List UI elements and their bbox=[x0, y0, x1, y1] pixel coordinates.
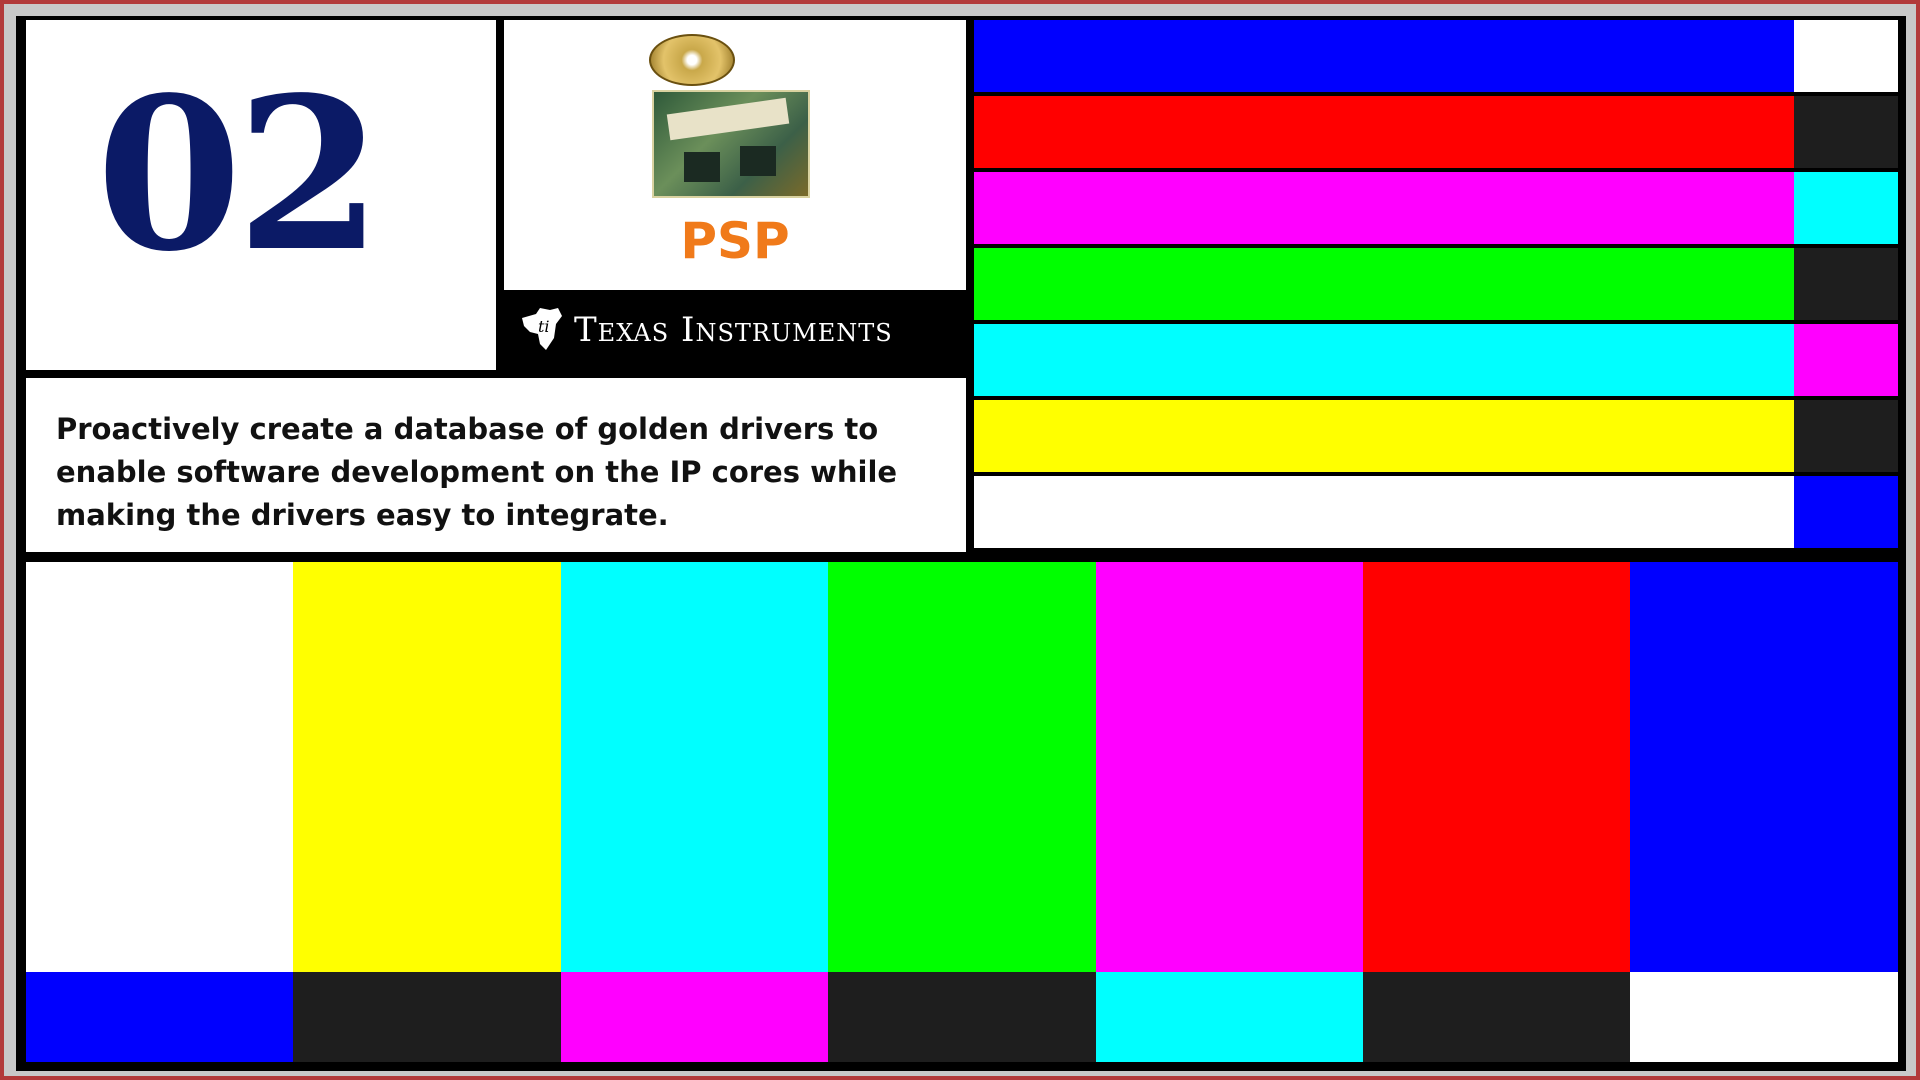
color-bar-main bbox=[974, 476, 1794, 548]
color-bar-main bbox=[974, 20, 1794, 92]
color-bar-bottom bbox=[1095, 972, 1364, 1062]
color-bar-bottom bbox=[1630, 972, 1899, 1062]
slide-frame: 02 PSP ti Texas Instruments Proactively … bbox=[0, 0, 1920, 1080]
color-bar-main bbox=[974, 172, 1794, 244]
cd-disc-icon bbox=[649, 34, 735, 86]
horizontal-bar-row bbox=[974, 248, 1898, 320]
horizontal-bar-row bbox=[974, 324, 1898, 396]
color-bar-main bbox=[974, 248, 1794, 320]
color-bar-bottom bbox=[293, 972, 562, 1062]
color-bar-top bbox=[1630, 562, 1899, 972]
vertical-bar-column bbox=[293, 562, 562, 1062]
ti-logo-icon: ti bbox=[522, 308, 562, 350]
color-bar-side bbox=[1794, 96, 1898, 168]
slide-number: 02 bbox=[96, 51, 382, 298]
color-bar-main bbox=[974, 96, 1794, 168]
color-bar-top bbox=[828, 562, 1097, 972]
color-bar-side bbox=[1794, 172, 1898, 244]
horizontal-bar-row bbox=[974, 476, 1898, 548]
number-panel: 02 bbox=[26, 20, 496, 370]
color-bar-bottom bbox=[828, 972, 1097, 1062]
color-bar-side bbox=[1794, 324, 1898, 396]
description-text: Proactively create a database of golden … bbox=[56, 412, 898, 532]
color-bar-top bbox=[560, 562, 829, 972]
color-bar-top bbox=[26, 562, 294, 972]
color-bar-top bbox=[293, 562, 562, 972]
color-bar-main bbox=[974, 324, 1794, 396]
brand-name: Texas Instruments bbox=[574, 310, 893, 350]
circuit-board-icon bbox=[652, 90, 810, 198]
color-bar-side bbox=[1794, 400, 1898, 472]
color-bar-side bbox=[1794, 476, 1898, 548]
horizontal-bar-row bbox=[974, 20, 1898, 92]
color-bar-side bbox=[1794, 248, 1898, 320]
slide-board: 02 PSP ti Texas Instruments Proactively … bbox=[16, 16, 1906, 1071]
color-bar-bottom bbox=[560, 972, 829, 1062]
horizontal-bar-row bbox=[974, 400, 1898, 472]
horizontal-color-bars bbox=[974, 20, 1898, 550]
vertical-color-bars bbox=[26, 562, 1899, 1062]
vertical-bar-column bbox=[1095, 562, 1364, 1062]
svg-text:ti: ti bbox=[538, 317, 550, 336]
color-bar-bottom bbox=[26, 972, 294, 1062]
color-bar-top bbox=[1095, 562, 1364, 972]
vertical-bar-column bbox=[1363, 562, 1631, 1062]
vertical-bar-column bbox=[26, 562, 294, 1062]
product-panel: PSP bbox=[504, 20, 966, 290]
color-bar-main bbox=[974, 400, 1794, 472]
color-bar-side bbox=[1794, 20, 1898, 92]
horizontal-bar-row bbox=[974, 172, 1898, 244]
product-name: PSP bbox=[680, 212, 790, 270]
horizontal-bar-row bbox=[974, 96, 1898, 168]
description-panel: Proactively create a database of golden … bbox=[26, 378, 966, 552]
vertical-bar-column bbox=[1630, 562, 1899, 1062]
vertical-bar-column bbox=[560, 562, 829, 1062]
brand-bar: ti Texas Instruments bbox=[504, 290, 966, 370]
vertical-bar-column bbox=[828, 562, 1097, 1062]
color-bar-bottom bbox=[1363, 972, 1631, 1062]
color-bar-top bbox=[1363, 562, 1631, 972]
